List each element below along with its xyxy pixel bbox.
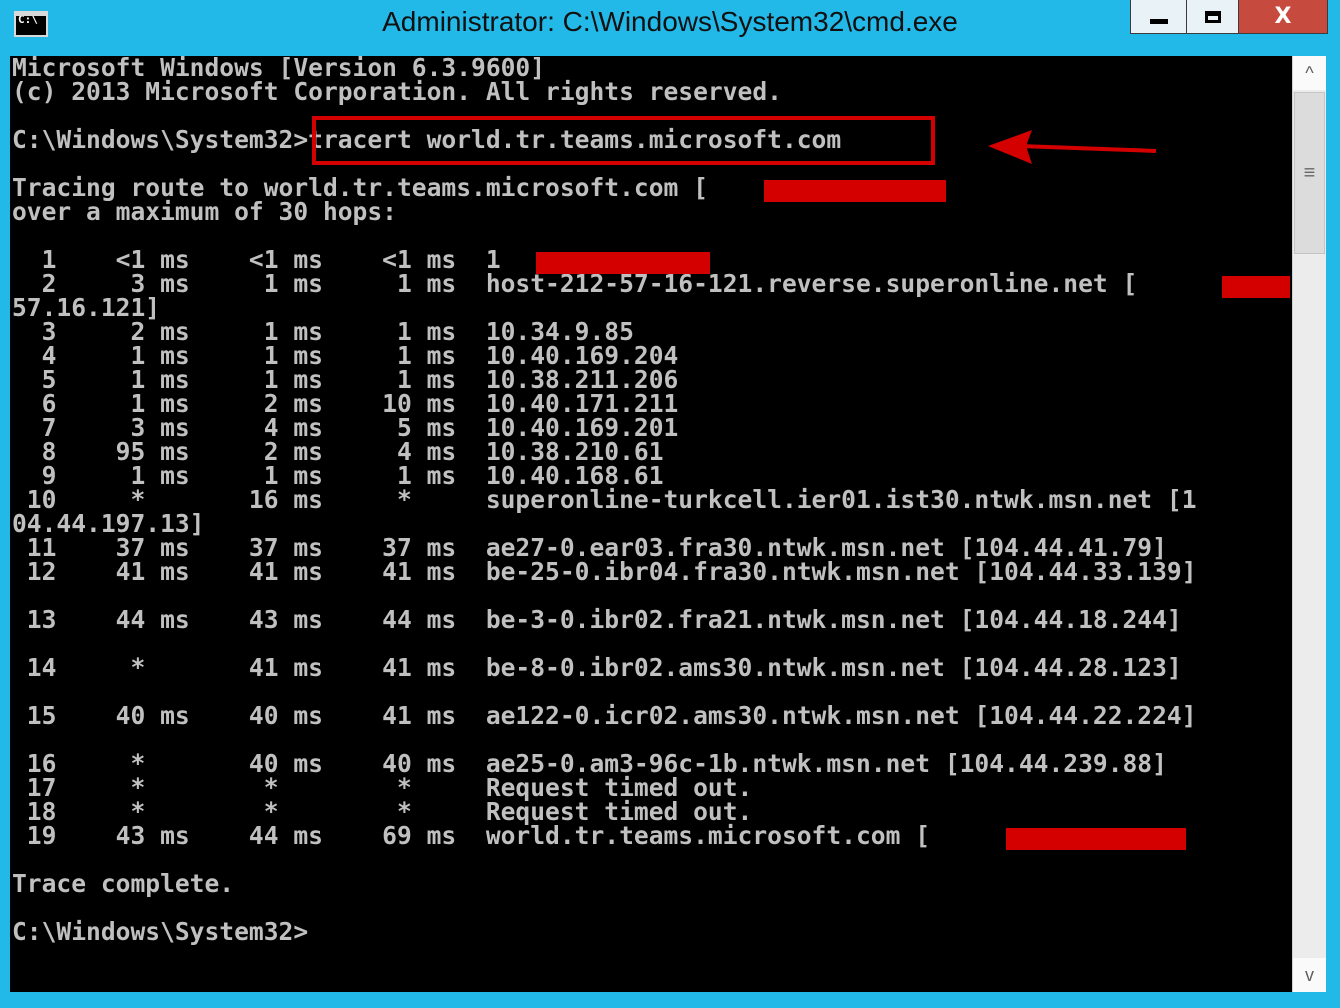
redaction-bar [536, 252, 710, 274]
console-line: 13 44 ms 43 ms 44 ms be-3-0.ibr02.fra21.… [12, 605, 1182, 634]
scroll-thumb[interactable]: ≡ [1294, 92, 1325, 254]
grip-icon: ≡ [1303, 161, 1316, 184]
close-icon: X [1274, 4, 1292, 29]
cmd-window: C:\ Administrator: C:\Windows\System32\c… [0, 0, 1340, 1008]
console-line: 14 * 41 ms 41 ms be-8-0.ibr02.ams30.ntwk… [12, 653, 1182, 682]
maximize-icon [1204, 10, 1221, 23]
redaction-bar [1222, 276, 1290, 298]
console-line: over a maximum of 30 hops: [12, 197, 397, 226]
console-line: 15 40 ms 40 ms 41 ms ae122-0.icr02.ams30… [12, 701, 1197, 730]
console-output[interactable]: Microsoft Windows [Version 6.3.9600] (c) … [10, 56, 1292, 992]
redaction-bar [1006, 828, 1186, 850]
maximize-button[interactable] [1186, 0, 1238, 34]
minimize-icon [1149, 19, 1168, 24]
scroll-up-button[interactable]: ^ [1293, 56, 1326, 90]
close-button[interactable]: X [1238, 0, 1328, 34]
console-line: 2 3 ms 1 ms 1 ms host-212-57-16-121.reve… [12, 269, 1138, 298]
command-highlight-box [312, 116, 935, 165]
title-bar[interactable]: C:\ Administrator: C:\Windows\System32\c… [0, 0, 1340, 56]
console-line: 12 41 ms 41 ms 41 ms be-25-0.ibr04.fra30… [12, 557, 1197, 586]
console-line: C:\Windows\System32> [12, 917, 309, 946]
chevron-down-icon: v [1305, 964, 1314, 985]
minimize-button[interactable] [1130, 0, 1186, 34]
console-line: Trace complete. [12, 869, 235, 898]
chevron-up-icon: ^ [1305, 62, 1314, 83]
console-text: Microsoft Windows [Version 6.3.9600] (c) … [12, 56, 1197, 944]
arrow-icon [988, 130, 1157, 164]
vertical-scrollbar[interactable]: ^ ≡ v [1292, 56, 1326, 992]
redaction-bar [764, 180, 946, 202]
scroll-down-button[interactable]: v [1293, 958, 1326, 992]
console-line: (c) 2013 Microsoft Corporation. All righ… [12, 77, 782, 106]
